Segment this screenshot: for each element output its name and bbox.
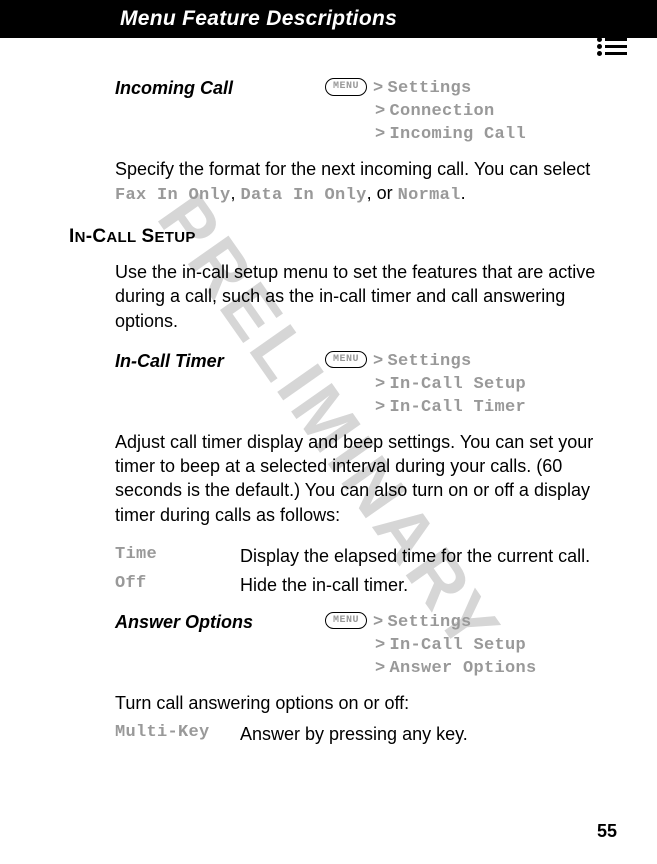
menu-path: MENU>Settings >In-Call Setup >In-Call Ti…	[325, 351, 526, 420]
text: ,	[231, 183, 241, 203]
path-segment: Connection	[390, 102, 495, 121]
option-description: Hide the in-call timer.	[240, 574, 602, 597]
text: , or	[367, 183, 398, 203]
option-inline: Data In Only	[241, 186, 367, 205]
menu-button-icon: MENU	[325, 78, 367, 96]
menu-path: MENU>Settings >In-Call Setup >Answer Opt…	[325, 612, 537, 681]
page-header: Menu Feature Descriptions	[0, 0, 657, 38]
option-row-off: Off Hide the in-call timer.	[115, 574, 602, 597]
section-heading: IN-CALL SETUP	[69, 226, 602, 248]
path-segment: Incoming Call	[390, 125, 527, 144]
option-label: Off	[115, 574, 240, 597]
feature-title: In-Call Timer	[115, 351, 325, 372]
option-inline: Fax In Only	[115, 186, 231, 205]
text: .	[461, 183, 466, 203]
menu-button-icon: MENU	[325, 612, 367, 630]
menu-button-icon: MENU	[325, 351, 367, 369]
path-segment: Settings	[388, 352, 472, 371]
page-number: 55	[597, 821, 617, 842]
feature-answer-options: Answer Options MENU>Settings >In-Call Se…	[115, 612, 602, 681]
feature-description: Specify the format for the next incoming…	[115, 157, 602, 208]
feature-title: Incoming Call	[115, 78, 325, 99]
option-row-time: Time Display the elapsed time for the cu…	[115, 545, 602, 568]
option-label: Multi-Key	[115, 723, 240, 746]
option-label: Time	[115, 545, 240, 568]
option-row-multikey: Multi-Key Answer by pressing any key.	[115, 723, 602, 746]
option-description: Display the elapsed time for the current…	[240, 545, 602, 568]
feature-description: Turn call answering options on or off:	[115, 691, 602, 715]
option-inline: Normal	[398, 186, 461, 205]
header-title: Menu Feature Descriptions	[120, 7, 397, 30]
path-segment: In-Call Setup	[390, 375, 527, 394]
path-segment: Settings	[388, 79, 472, 98]
path-segment: In-Call Timer	[390, 398, 527, 417]
feature-description: Adjust call timer display and beep setti…	[115, 430, 602, 527]
menu-path: MENU>Settings >Connection >Incoming Call	[325, 78, 526, 147]
path-segment: Answer Options	[390, 659, 537, 678]
feature-incoming-call: Incoming Call MENU>Settings >Connection …	[115, 78, 602, 147]
feature-in-call-timer: In-Call Timer MENU>Settings >In-Call Set…	[115, 351, 602, 420]
path-segment: Settings	[388, 613, 472, 632]
path-segment: In-Call Setup	[390, 636, 527, 655]
option-description: Answer by pressing any key.	[240, 723, 602, 746]
feature-title: Answer Options	[115, 612, 325, 633]
page-content: Incoming Call MENU>Settings >Connection …	[0, 38, 657, 746]
text: Specify the format for the next incoming…	[115, 159, 590, 179]
section-intro: Use the in-call setup menu to set the fe…	[115, 260, 602, 333]
